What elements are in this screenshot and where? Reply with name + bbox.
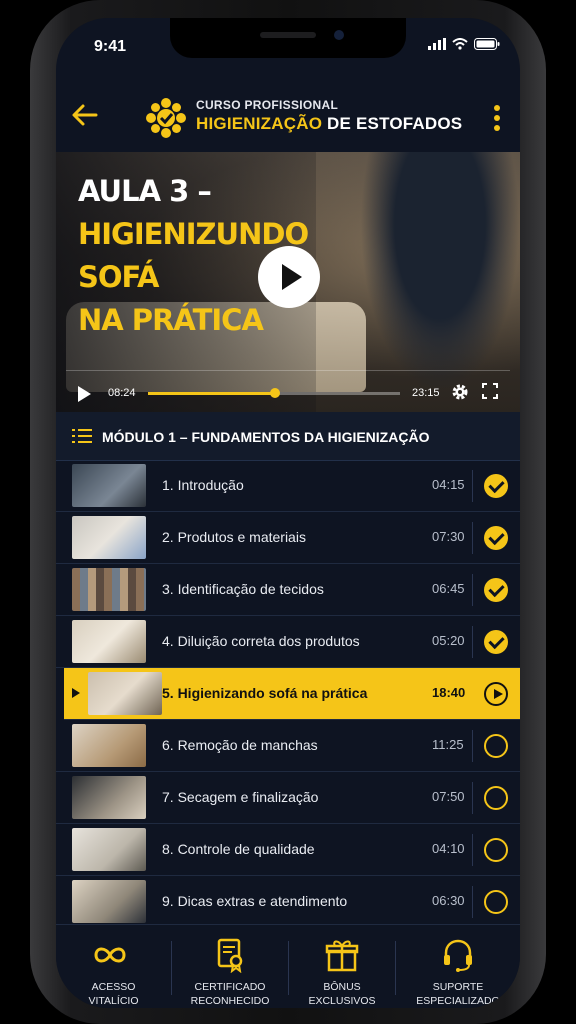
lesson-thumbnail [72,568,146,611]
gift-icon [325,940,359,972]
progress-knob[interactable] [270,388,281,398]
lesson-duration: 06:45 [432,581,465,596]
incomplete-circle-icon [484,786,508,810]
module-title: MÓDULO 1 – FUNDAMENTOS DA HIGIENIZAÇÃO [102,429,430,445]
completed-check-icon [484,474,508,498]
now-playing-arrow-icon [72,688,80,698]
feature-bonus: BÔNUS EXCLUSIVOS [289,925,395,1008]
lesson-title: 3. Identificação de tecidos [162,581,324,597]
lesson-title: 7. Secagem e finalização [162,789,319,805]
lesson-thumbnail [72,620,146,663]
more-options-icon[interactable] [492,104,502,132]
lesson-thumbnail [72,828,146,871]
lesson-duration: 07:30 [432,529,465,544]
lesson-title: 6. Remoção de manchas [162,737,318,753]
lesson-row[interactable]: 5. Higienizando sofá na prática 18:40 [64,668,520,720]
incomplete-circle-icon [484,890,508,914]
course-logo-icon [146,98,186,138]
lesson-duration: 04:10 [432,841,465,856]
lesson-duration: 18:40 [432,685,466,700]
lesson-title: 5. Higienizando sofá na prática [162,685,368,701]
back-arrow-icon[interactable] [70,100,100,130]
lesson-row[interactable]: 3. Identificação de tecidos 06:45 [56,564,520,616]
list-icon [72,429,92,443]
lesson-thumbnail [72,464,146,507]
fullscreen-icon[interactable] [482,383,498,399]
course-title: HIGIENIZAÇÃO DE ESTOFADOS [196,114,463,133]
lesson-thumbnail [72,880,146,923]
feature-support: SUPORTE ESPECIALIZADO [396,925,520,1008]
lesson-title: 8. Controle de qualidade [162,841,315,857]
video-duration: 23:15 [412,387,440,399]
lesson-title: 9. Dicas extras e atendimento [162,893,348,909]
camera-icon [334,30,344,40]
progress-fill [148,392,276,395]
notch [170,18,406,58]
settings-gear-icon[interactable] [451,383,469,401]
lesson-list: 1. Introdução 04:15 2. Produtos e materiai… [56,460,520,928]
feature-certificate: CERTIFICADO RECONHECIDO [172,925,288,1008]
feature-lifetime-access: ACESSO VITALÍCIO [56,925,171,1008]
lesson-row[interactable]: 1. Introdução 04:15 [56,460,520,512]
infinity-icon [94,947,126,963]
lesson-duration: 04:15 [432,477,465,492]
incomplete-circle-icon [484,838,508,862]
features-bar: ACESSO VITALÍCIO CERTIFICADO RECONHECIDO B… [56,924,520,1008]
video-controls: 08:24 23:15 [56,370,520,412]
lesson-thumbnail [72,724,146,767]
battery-icon [474,38,500,50]
video-player[interactable]: AULA 3 – HIGIENIZUNDO SOFÁ NA PRÁTICA 08… [56,152,520,412]
play-icon[interactable] [78,386,91,402]
lesson-thumbnail [88,672,162,715]
lesson-title: 2. Produtos e materiais [162,529,306,545]
lesson-row[interactable]: 7. Secagem e finalização 07:50 [56,772,520,824]
headset-icon [444,939,472,972]
play-button-large[interactable] [258,246,320,308]
current-time: 08:24 [108,387,136,399]
certificate-icon [217,938,243,973]
module-header[interactable]: MÓDULO 1 – FUNDAMENTOS DA HIGIENIZAÇÃO [56,412,520,461]
lesson-title: 1. Introdução [162,477,244,493]
app-screen: 9:41 CURSO PROFISSIONAL HIGIENIZAÇÃO DE … [56,18,520,1008]
status-time: 9:41 [94,38,127,55]
lesson-row[interactable]: 8. Controle de qualidade 04:10 [56,824,520,876]
lesson-duration: 06:30 [432,893,465,908]
app-header: CURSO PROFISSIONAL HIGIENIZAÇÃO DE ESTOF… [56,80,520,152]
incomplete-circle-icon [484,734,508,758]
course-subtitle: CURSO PROFISSIONAL [196,98,339,112]
lesson-duration: 11:25 [432,737,464,752]
completed-check-icon [484,630,508,654]
lesson-thumbnail [72,776,146,819]
playing-icon [484,682,508,706]
lesson-row[interactable]: 9. Dicas extras e atendimento 06:30 [56,876,520,928]
lesson-row[interactable]: 2. Produtos e materiais 07:30 [56,512,520,564]
lesson-row[interactable]: 6. Remoção de manchas 11:25 [56,720,520,772]
signal-icon [428,38,446,50]
lesson-title: 4. Diluição correta dos produtos [162,633,360,649]
lesson-thumbnail [72,516,146,559]
completed-check-icon [484,578,508,602]
wifi-icon [452,38,468,50]
lesson-duration: 07:50 [432,789,465,804]
worker-image [360,152,520,392]
progress-slider[interactable] [148,388,400,398]
lesson-duration: 05:20 [432,633,465,648]
lesson-row[interactable]: 4. Diluição correta dos produtos 05:20 [56,616,520,668]
completed-check-icon [484,526,508,550]
